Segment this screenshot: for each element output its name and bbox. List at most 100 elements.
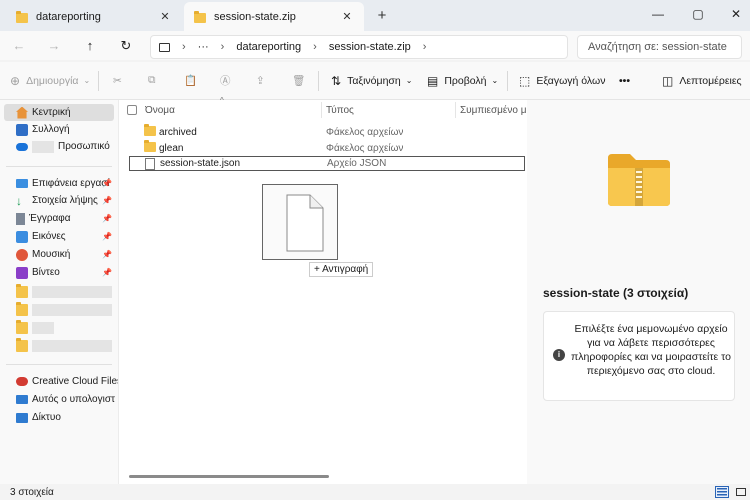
column-name[interactable]: Όνομα bbox=[145, 100, 320, 120]
tiles-view-button[interactable] bbox=[734, 486, 748, 498]
cut-icon[interactable]: ✂ bbox=[113, 75, 122, 87]
search-placeholder: Αναζήτηση σε: session-state bbox=[588, 41, 727, 53]
view-icon: ▤ bbox=[427, 73, 439, 88]
sort-button[interactable]: ⇅ Ταξινόμηση ⌄ bbox=[331, 74, 412, 88]
column-type[interactable]: Τύπος bbox=[326, 100, 454, 120]
file-row-session-state-json[interactable]: session-state.json Αρχείο JSON bbox=[129, 156, 525, 171]
folder-icon bbox=[144, 124, 156, 136]
file-row-archived[interactable]: archived Φάκελος αρχείων bbox=[129, 124, 525, 140]
tab-session-state-zip[interactable]: session-state.zip ✕ bbox=[184, 2, 364, 31]
breadcrumb-separator: › bbox=[422, 41, 427, 53]
breadcrumb-session-state-zip[interactable]: session-state.zip bbox=[329, 41, 411, 53]
details-view-button[interactable] bbox=[715, 486, 729, 498]
maximize-button[interactable]: ▢ bbox=[686, 4, 710, 24]
close-tab-icon[interactable]: ✕ bbox=[340, 10, 354, 23]
column-compressed-size[interactable]: Συμπιεσμένο μέγ bbox=[460, 100, 526, 120]
gallery-icon bbox=[16, 123, 28, 136]
up-button[interactable]: ↑ bbox=[81, 37, 99, 55]
file-row-glean[interactable]: glean Φάκελος αρχείων bbox=[129, 140, 525, 156]
column-divider[interactable] bbox=[455, 102, 456, 118]
copy-icon[interactable]: ⧉ bbox=[148, 74, 156, 87]
monitor-icon bbox=[159, 42, 170, 52]
pin-icon[interactable]: 📌 bbox=[102, 179, 112, 188]
file-type: Φάκελος αρχείων bbox=[326, 127, 404, 138]
sidebar-item-redacted[interactable] bbox=[0, 283, 118, 300]
tab-datareporting[interactable]: datareporting ✕ bbox=[6, 2, 182, 31]
details-button[interactable]: ◫ Λεπτομέρειες bbox=[662, 74, 742, 88]
pin-icon[interactable]: 📌 bbox=[102, 232, 112, 241]
file-list: Όνομα ^ Τύπος Συμπιεσμένο μέγ archived Φ… bbox=[118, 96, 528, 484]
sidebar-item-label: Creative Cloud Files F bbox=[32, 376, 131, 387]
select-all-checkbox[interactable] bbox=[127, 100, 137, 120]
divider bbox=[318, 70, 319, 91]
onedrive-cloud-icon bbox=[16, 142, 28, 151]
delete-icon[interactable]: 🗑 bbox=[292, 74, 305, 87]
rename-icon[interactable]: Ⓐ bbox=[220, 73, 231, 88]
extract-all-button[interactable]: ⬚ Εξαγωγή όλων bbox=[519, 74, 605, 88]
sidebar-item-label: Επιφάνεια εργασί bbox=[32, 178, 110, 189]
sort-label: Ταξινόμηση bbox=[347, 74, 401, 87]
horizontal-scrollbar[interactable] bbox=[129, 475, 329, 478]
breadcrumb-overflow[interactable]: ··· bbox=[198, 41, 209, 53]
sidebar-item-network[interactable]: Δίκτυο bbox=[0, 409, 118, 426]
zip-folder-icon bbox=[608, 154, 670, 206]
column-header-row: Όνομα ^ Τύπος Συμπιεσμένο μέγ bbox=[119, 96, 528, 120]
paste-icon[interactable]: 📋 bbox=[184, 74, 197, 87]
sidebar-item-redacted[interactable] bbox=[0, 301, 118, 318]
new-tab-button[interactable]: + bbox=[374, 7, 390, 24]
back-button[interactable]: ← bbox=[10, 37, 28, 55]
tiles-view-icon bbox=[736, 488, 746, 496]
extract-icon: ⬚ bbox=[519, 73, 531, 88]
sidebar-item-gallery[interactable]: Συλλογή bbox=[0, 121, 118, 138]
zip-folder-icon bbox=[194, 10, 206, 23]
breadcrumb-datareporting[interactable]: datareporting bbox=[236, 41, 301, 53]
view-button[interactable]: ▤ Προβολή ⌄ bbox=[427, 74, 498, 88]
close-tab-icon[interactable]: ✕ bbox=[158, 10, 172, 23]
sidebar-item-label: Μουσική bbox=[32, 249, 71, 260]
sidebar-item-home[interactable]: Κεντρική bbox=[4, 104, 114, 121]
pin-icon[interactable]: 📌 bbox=[102, 214, 112, 223]
sidebar-item-creative-cloud[interactable]: Creative Cloud Files F bbox=[0, 373, 131, 390]
sidebar-item-label: Έγγραφα bbox=[29, 213, 71, 224]
divider bbox=[6, 364, 112, 365]
sidebar-item-documents[interactable]: Έγγραφα 📌 bbox=[0, 210, 118, 227]
chevron-down-icon: ⌄ bbox=[491, 76, 499, 85]
column-divider[interactable] bbox=[321, 102, 322, 118]
tab-strip: datareporting ✕ session-state.zip ✕ + — … bbox=[0, 0, 750, 31]
share-icon[interactable]: ⇪ bbox=[256, 75, 265, 87]
sidebar-item-this-pc[interactable]: Αυτός ο υπολογιστ bbox=[0, 391, 118, 408]
search-input[interactable]: Αναζήτηση σε: session-state bbox=[577, 35, 742, 59]
new-button[interactable]: ⊕ Δημιουργία ⌄ bbox=[10, 74, 90, 88]
sidebar-item-redacted[interactable] bbox=[0, 337, 118, 354]
sidebar-item-redacted[interactable] bbox=[0, 319, 118, 336]
sidebar-item-label: Συλλογή bbox=[32, 124, 70, 135]
sidebar-item-desktop[interactable]: Επιφάνεια εργασί 📌 bbox=[0, 175, 118, 192]
pin-icon[interactable]: 📌 bbox=[102, 250, 112, 259]
sidebar-item-downloads[interactable]: ↓ Στοιχεία λήψης 📌 bbox=[0, 192, 118, 209]
folder-icon bbox=[16, 319, 28, 334]
sidebar-item-label: Εικόνες bbox=[32, 231, 66, 242]
sidebar-item-label: Βίντεο bbox=[32, 267, 60, 278]
home-icon bbox=[16, 106, 28, 119]
documents-icon bbox=[16, 212, 25, 225]
sidebar-item-videos[interactable]: Βίντεο 📌 bbox=[0, 264, 118, 281]
close-window-button[interactable]: ✕ bbox=[724, 4, 748, 24]
forward-button[interactable]: → bbox=[45, 37, 63, 55]
pin-icon[interactable]: 📌 bbox=[102, 268, 112, 277]
sidebar-item-music[interactable]: Μουσική 📌 bbox=[0, 246, 118, 263]
minimize-button[interactable]: — bbox=[646, 4, 670, 24]
more-options-button[interactable]: ••• bbox=[619, 75, 630, 87]
details-message: Επιλέξτε ένα μεμονωμένο αρχείο για να λά… bbox=[571, 323, 731, 377]
pin-icon[interactable]: 📌 bbox=[102, 196, 112, 205]
sidebar-item-pictures[interactable]: Εικόνες 📌 bbox=[0, 228, 118, 245]
sidebar-item-onedrive[interactable]: Προσωπικό bbox=[0, 138, 118, 155]
redacted-name bbox=[32, 285, 112, 298]
address-bar[interactable]: › ··· › datareporting › session-state.zi… bbox=[150, 35, 568, 59]
sidebar-item-label: Αυτός ο υπολογιστ bbox=[32, 394, 115, 405]
videos-icon bbox=[16, 266, 28, 279]
file-name: glean bbox=[159, 143, 184, 154]
tab-label: datareporting bbox=[36, 10, 101, 23]
refresh-button[interactable]: ↻ bbox=[117, 37, 135, 55]
file-type: Αρχείο JSON bbox=[327, 158, 387, 169]
plus-circle-icon: ⊕ bbox=[10, 73, 21, 88]
